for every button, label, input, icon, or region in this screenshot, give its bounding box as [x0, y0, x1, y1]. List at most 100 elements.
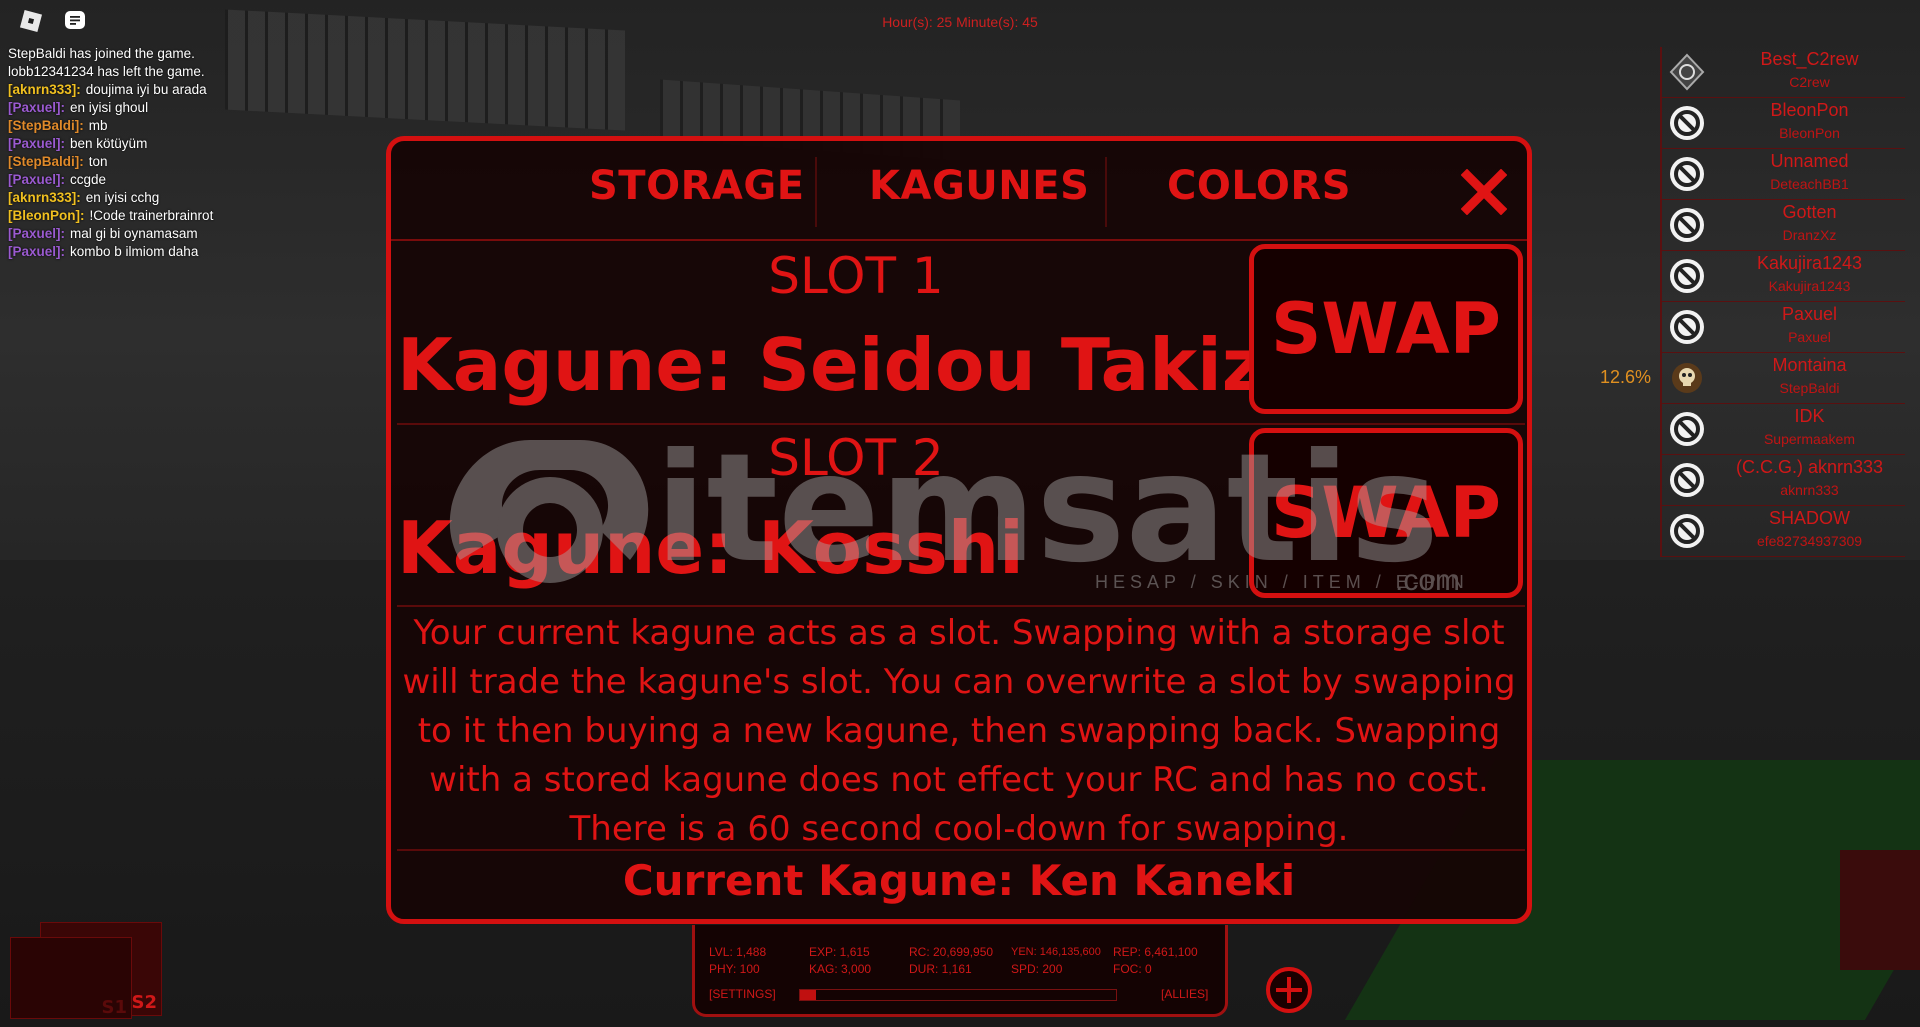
player-name: Best_C2rew — [1760, 49, 1859, 69]
time-display: Hour(s): 25 Minute(s): 45 — [882, 14, 1038, 30]
current-kagune: Current Kagune: Ken Kaneki — [622, 856, 1296, 905]
player-name: Gotten — [1782, 202, 1837, 222]
player-row[interactable]: Kakujira1243 Kakujira1243 — [1660, 251, 1905, 302]
add-plus-icon[interactable] — [1265, 966, 1313, 1014]
chat-message: [StepBaldi]: mb — [8, 117, 368, 135]
player-name: IDK — [1794, 406, 1825, 426]
player-row[interactable]: Paxuel Paxuel — [1660, 302, 1905, 353]
player-username: Supermaakem — [1763, 431, 1856, 447]
stat-phy: PHY: 100 — [709, 962, 760, 976]
allies-link[interactable]: [ALLIES] — [1161, 987, 1208, 1001]
player-name: (C.C.G.) aknrn333 — [1735, 457, 1884, 477]
player-percent: 12.6% — [1600, 367, 1652, 387]
chat-log: StepBaldi has joined the game. lobb123412… — [8, 45, 368, 261]
stat-kag: KAG: 3,000 — [809, 962, 872, 976]
player-name: Montaina — [1772, 355, 1847, 375]
chat-text: kombo b ilmiom daha — [70, 244, 199, 259]
player-username: StepBaldi — [1779, 380, 1840, 396]
chat-username[interactable]: [Paxuel]: — [8, 226, 65, 241]
chat-message: [Paxuel]: mal gi bi oynamasam — [8, 225, 368, 243]
player-row[interactable]: Montaina StepBaldi 12.6% — [1600, 353, 1905, 404]
player-row[interactable]: Gotten DranzXz — [1660, 200, 1905, 251]
kagune-storage-panel: STORAGE KAGUNES COLORS SLOT 1 Kagune: Se… — [386, 136, 1532, 924]
blocked-icon — [1668, 104, 1706, 142]
chat-text: mal gi bi oynamasam — [70, 226, 198, 241]
slot2-swap-button[interactable]: SWAP — [1249, 428, 1523, 598]
chat-username[interactable]: [BleonPon]: — [8, 208, 85, 223]
chat-message: [Paxuel]: ben kötüyüm — [8, 135, 368, 153]
slot1-swap-button[interactable]: SWAP — [1249, 244, 1523, 414]
player-name: SHADOW — [1769, 508, 1850, 528]
player-name: Unnamed — [1770, 151, 1849, 171]
chat-message: [StepBaldi]: ton — [8, 153, 368, 171]
stat-rep: REP: 6,461,100 — [1113, 945, 1198, 959]
slot-box-label: S2 — [131, 992, 158, 1013]
chat-message: [aknrn333]: doujima iyi bu arada — [8, 81, 368, 99]
chat-icon[interactable] — [63, 9, 87, 33]
chat-message: [Paxuel]: en iyisi ghoul — [8, 99, 368, 117]
chat-text: StepBaldi has joined the game. — [8, 46, 195, 61]
player-row[interactable]: IDK Supermaakem — [1660, 404, 1905, 455]
close-icon[interactable] — [1461, 169, 1507, 215]
roblox-menu-icon[interactable] — [19, 9, 43, 33]
player-row[interactable]: (C.C.G.) aknrn333 aknrn333 — [1660, 455, 1905, 506]
player-row[interactable]: BleonPon BleonPon — [1660, 98, 1905, 149]
player-name: Kakujira1243 — [1756, 253, 1863, 273]
chat-text: ben kötüyüm — [70, 136, 148, 151]
tab-storage[interactable]: STORAGE — [589, 163, 805, 209]
slot-box-label: S1 — [101, 997, 128, 1018]
blocked-icon — [1668, 155, 1706, 193]
tab-divider — [815, 157, 817, 227]
slot2-kagune: Kagune: Kosshi — [397, 506, 1024, 590]
chat-username[interactable]: [StepBaldi]: — [8, 118, 84, 133]
exp-progress-bar — [799, 989, 1117, 1001]
chat-message: [Paxuel]: kombo b ilmiom daha — [8, 243, 368, 261]
player-username: C2rew — [1789, 74, 1830, 90]
stat-lvl: LVL: 1,488 — [709, 945, 767, 959]
player-username: BleonPon — [1779, 125, 1840, 141]
chat-username[interactable]: [aknrn333]: — [8, 82, 81, 97]
chat-text: mb — [88, 118, 108, 133]
divider — [397, 849, 1525, 851]
chat-text: doujima iyi bu arada — [85, 82, 207, 97]
blocked-icon — [1668, 410, 1706, 448]
stat-dur: DUR: 1,161 — [909, 962, 972, 976]
player-username: efe82734937309 — [1756, 533, 1863, 549]
chat-message: [Paxuel]: ccgde — [8, 171, 368, 189]
player-row[interactable]: SHADOW efe82734937309 — [1660, 506, 1905, 557]
chat-username[interactable]: [Paxuel]: — [8, 136, 65, 151]
chat-text: !Code trainerbrainrot — [89, 208, 214, 223]
chat-message: [BleonPon]: !Code trainerbrainrot — [8, 207, 368, 225]
player-row[interactable]: Unnamed DeteachBB1 — [1660, 149, 1905, 200]
chat-text: lobb12341234 has left the game. — [8, 64, 205, 79]
divider — [397, 605, 1525, 607]
chat-message: lobb12341234 has left the game. — [8, 63, 368, 81]
chat-username[interactable]: [Paxuel]: — [8, 100, 65, 115]
player-username: DranzXz — [1782, 227, 1837, 243]
chat-username[interactable]: [aknrn333]: — [8, 190, 81, 205]
chat-message: [aknrn333]: en iyisi cchg — [8, 189, 368, 207]
stat-rc: RC: 20,699,950 — [909, 945, 994, 959]
chat-username[interactable]: [Paxuel]: — [8, 172, 65, 187]
player-username: Paxuel — [1788, 329, 1831, 345]
stat-spd: SPD: 200 — [1011, 962, 1063, 976]
slot-box-1[interactable]: S1 — [10, 937, 132, 1019]
blocked-icon — [1668, 257, 1706, 295]
tab-kagunes[interactable]: KAGUNES — [869, 163, 1089, 209]
slot2-title: SLOT 2 — [768, 429, 944, 487]
chat-text: ton — [88, 154, 108, 169]
background-red-object — [1840, 850, 1920, 970]
player-row[interactable]: Best_C2rew C2rew — [1660, 47, 1905, 98]
divider — [397, 423, 1525, 425]
player-username: Kakujira1243 — [1768, 278, 1851, 294]
settings-link[interactable]: [SETTINGS] — [709, 987, 776, 1001]
skull-icon — [1668, 359, 1706, 397]
chat-username[interactable]: [Paxuel]: — [8, 244, 65, 259]
chat-username[interactable]: [StepBaldi]: — [8, 154, 84, 169]
player-name: BleonPon — [1770, 100, 1849, 120]
stat-yen: YEN: 146,135,600 — [1011, 946, 1101, 958]
player-username: aknrn333 — [1780, 482, 1839, 498]
player-name: Paxuel — [1781, 304, 1838, 324]
tab-colors[interactable]: COLORS — [1167, 163, 1351, 209]
chat-message: StepBaldi has joined the game. — [8, 45, 368, 63]
